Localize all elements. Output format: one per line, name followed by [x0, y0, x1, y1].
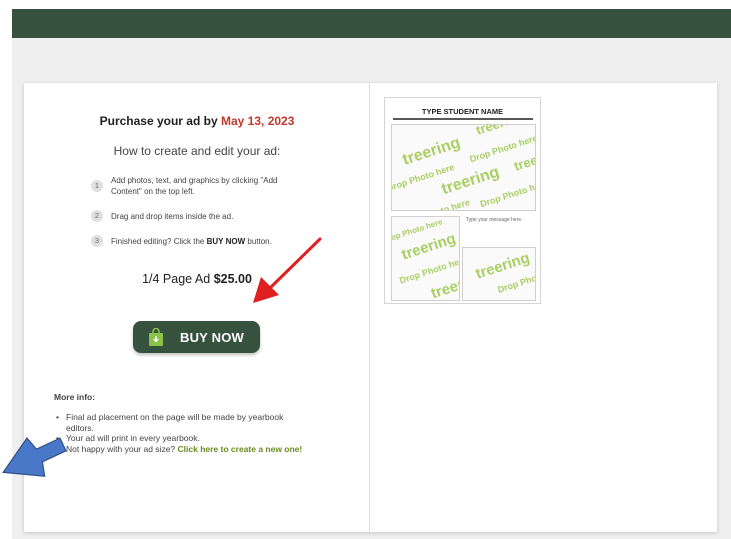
purchase-date: May 13, 2023: [221, 114, 295, 128]
step-number-3: 3: [91, 235, 103, 247]
blue-arrow-annotation: [2, 437, 67, 477]
purchase-prefix: Purchase your ad by: [99, 114, 218, 128]
treering-watermark: treering treering Drop Photo here Drop P…: [392, 125, 535, 210]
howto-heading: How to create and edit your ad:: [113, 144, 281, 158]
message-text-placeholder[interactable]: Type your message here.: [466, 217, 522, 223]
name-underline: [393, 118, 533, 120]
student-name-placeholder[interactable]: TYPE STUDENT NAME: [385, 107, 540, 116]
create-new-ad-link[interactable]: Click here to create a new one!: [178, 444, 303, 454]
purchase-deadline: Purchase your ad by May 13, 2023: [24, 114, 370, 128]
svg-text:treering: treering: [474, 125, 525, 138]
photo-drop-zone-large[interactable]: treering treering Drop Photo here Drop P…: [391, 124, 536, 211]
more-info-heading: More info:: [54, 392, 96, 402]
info-2-text: Your ad will print in every yearbook.: [66, 433, 200, 443]
buy-now-button[interactable]: BUY NOW: [133, 321, 260, 353]
step-1-line2: Content" on the top left.: [111, 187, 195, 196]
photo-drop-zone-bottom-right[interactable]: treering Drop Photo here: [462, 247, 536, 301]
ad-preview: TYPE STUDENT NAME treering treering Drop…: [384, 97, 541, 304]
treering-watermark: Drop Photo here treering Drop Photo here…: [392, 217, 459, 300]
step-number-1: 1: [91, 180, 103, 192]
info-1-line1: Final ad placement on the page will be m…: [66, 412, 284, 422]
treering-watermark: treering Drop Photo here: [473, 249, 535, 295]
step-2-text: Drag and drop items inside the ad.: [111, 212, 234, 221]
photo-drop-zone-bottom-left[interactable]: Drop Photo here treering Drop Photo here…: [391, 216, 460, 301]
shopping-bag-download-icon: [149, 328, 163, 346]
list-item: • Final ad placement on the page will be…: [56, 412, 346, 433]
top-header-bar: [12, 9, 731, 38]
step-3-bold: BUY NOW: [206, 237, 246, 246]
list-item: • Your ad will print in every yearbook.: [56, 433, 346, 444]
ad-size-label: 1/4 Page Ad: [142, 272, 211, 286]
more-info-list: • Final ad placement on the page will be…: [56, 412, 346, 455]
step-number-2: 2: [91, 210, 103, 222]
info-3-text: Not happy with your ad size?: [66, 443, 176, 454]
bullet-dot: •: [56, 412, 59, 422]
svg-text:Drop Photo here: Drop Photo here: [401, 197, 471, 210]
step-1-line1: Add photos, text, and graphics by clicki…: [111, 176, 278, 185]
svg-text:treering: treering: [400, 134, 462, 169]
step-1-text: Add photos, text, and graphics by clicki…: [111, 175, 341, 197]
red-arrow-annotation: [253, 237, 322, 303]
info-1-line2: editors.: [66, 422, 94, 433]
step-3-pre: Finished editing? Click the: [111, 237, 205, 246]
buy-now-label: BUY NOW: [180, 330, 244, 345]
list-item: • Not happy with your ad size? Click her…: [56, 443, 346, 455]
